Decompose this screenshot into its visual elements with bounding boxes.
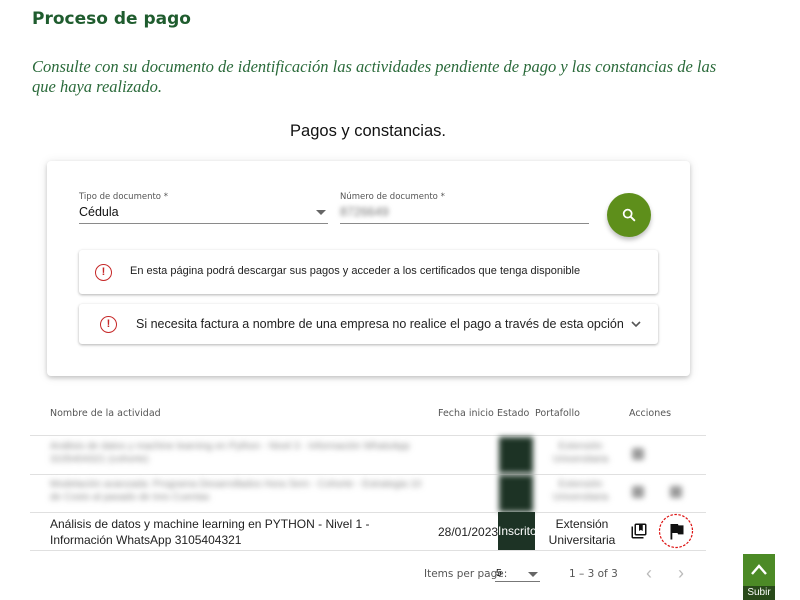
scroll-top-button[interactable]: Subir — [743, 554, 775, 600]
document-type-value: Cédula — [79, 205, 119, 219]
alert-circle-icon: ! — [95, 264, 112, 281]
search-icon — [622, 208, 636, 222]
header-activity-name[interactable]: Nombre de la actividad — [50, 408, 161, 419]
header-portfolio[interactable]: Portafollo — [535, 408, 580, 419]
info-notice-text: En esta página podrá descargar sus pagos… — [130, 265, 581, 277]
section-title: Pagos y constancias. — [290, 122, 446, 140]
document-number-value: 8726649 — [340, 205, 389, 219]
start-date: 28/01/2023 — [438, 525, 499, 539]
portfolio: Extensión Universitaria — [548, 517, 616, 547]
search-card: Tipo de documento * Cédula Número de doc… — [47, 161, 690, 376]
invoice-notice-expansion[interactable]: ! Si necesita factura a nombre de una em… — [79, 304, 658, 344]
intro-text: Consulte con su documento de identificac… — [32, 57, 717, 96]
next-page-button[interactable]: › — [678, 563, 684, 584]
status-badge — [499, 475, 533, 512]
status-badge — [499, 437, 533, 473]
dropdown-arrow-icon — [528, 572, 538, 577]
document-number-label: Número de documento * — [340, 192, 445, 202]
alert-circle-icon: ! — [100, 316, 117, 333]
invoice-notice-text: Si necesita factura a nombre de una empr… — [136, 317, 624, 331]
scroll-top-label: Subir — [743, 586, 775, 600]
portfolio: Extensión Universitaria — [552, 479, 609, 503]
library-books-icon[interactable] — [630, 522, 648, 540]
info-notice: ! En esta página podrá descargar sus pag… — [79, 250, 658, 294]
chevron-up-icon — [751, 564, 767, 575]
activity-name: Modelación avanzada: Programa Desarrolla… — [50, 479, 422, 503]
library-books-icon[interactable] — [632, 448, 644, 460]
activity-name: Análisis de datos y machine learning en … — [50, 441, 410, 465]
document-number-input[interactable]: Número de documento * 8726649 — [340, 192, 589, 226]
document-type-label: Tipo de documento * — [79, 192, 168, 202]
previous-page-button[interactable]: ‹ — [646, 563, 652, 584]
library-books-icon[interactable] — [632, 486, 644, 498]
portfolio: Extensión Universitaria — [552, 441, 609, 465]
header-status[interactable]: Estado — [497, 408, 529, 419]
search-button[interactable] — [607, 193, 651, 237]
activity-name: Análisis de datos y machine learning en … — [50, 517, 370, 547]
page-size-value: 5 — [496, 567, 502, 579]
header-start-date[interactable]: Fecha inicio — [438, 408, 494, 419]
flag-icon[interactable] — [658, 513, 694, 549]
page-size-select[interactable]: 5 — [495, 566, 540, 582]
header-actions: Acciones — [629, 408, 672, 419]
page-title: Proceso de pago — [32, 9, 191, 29]
dropdown-arrow-icon — [316, 210, 326, 215]
flag-icon[interactable] — [670, 486, 682, 498]
status-text: Inscrito — [498, 524, 537, 538]
page-range-label: 1 – 3 of 3 — [569, 568, 618, 580]
chevron-down-icon[interactable] — [630, 318, 642, 330]
status-badge: Inscrito — [498, 512, 537, 550]
document-type-select[interactable]: Tipo de documento * Cédula — [79, 192, 328, 226]
